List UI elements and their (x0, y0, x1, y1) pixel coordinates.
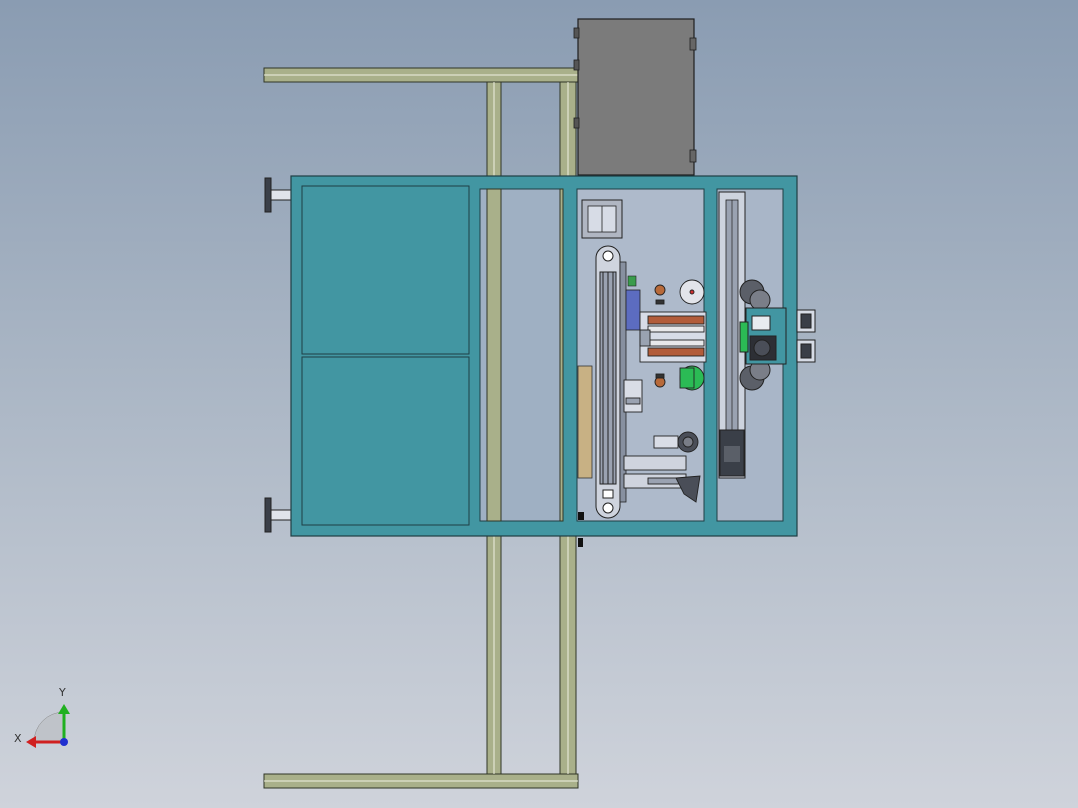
cover-panel-lower[interactable] (301, 356, 470, 526)
slide-unit[interactable] (639, 311, 707, 363)
axis-x-label: X (14, 732, 22, 745)
side-fixture (796, 309, 816, 363)
linear-conveyor[interactable] (595, 245, 621, 519)
axis-y-label: Y (59, 686, 66, 699)
assembly-drawing[interactable] (0, 0, 1078, 808)
cad-viewport[interactable]: X Y (0, 0, 1078, 808)
coordinate-triad-icon (26, 704, 70, 748)
leveling-feet (264, 177, 294, 533)
electrical-cabinet[interactable] (573, 18, 697, 203)
cover-panel-upper[interactable] (301, 185, 470, 355)
